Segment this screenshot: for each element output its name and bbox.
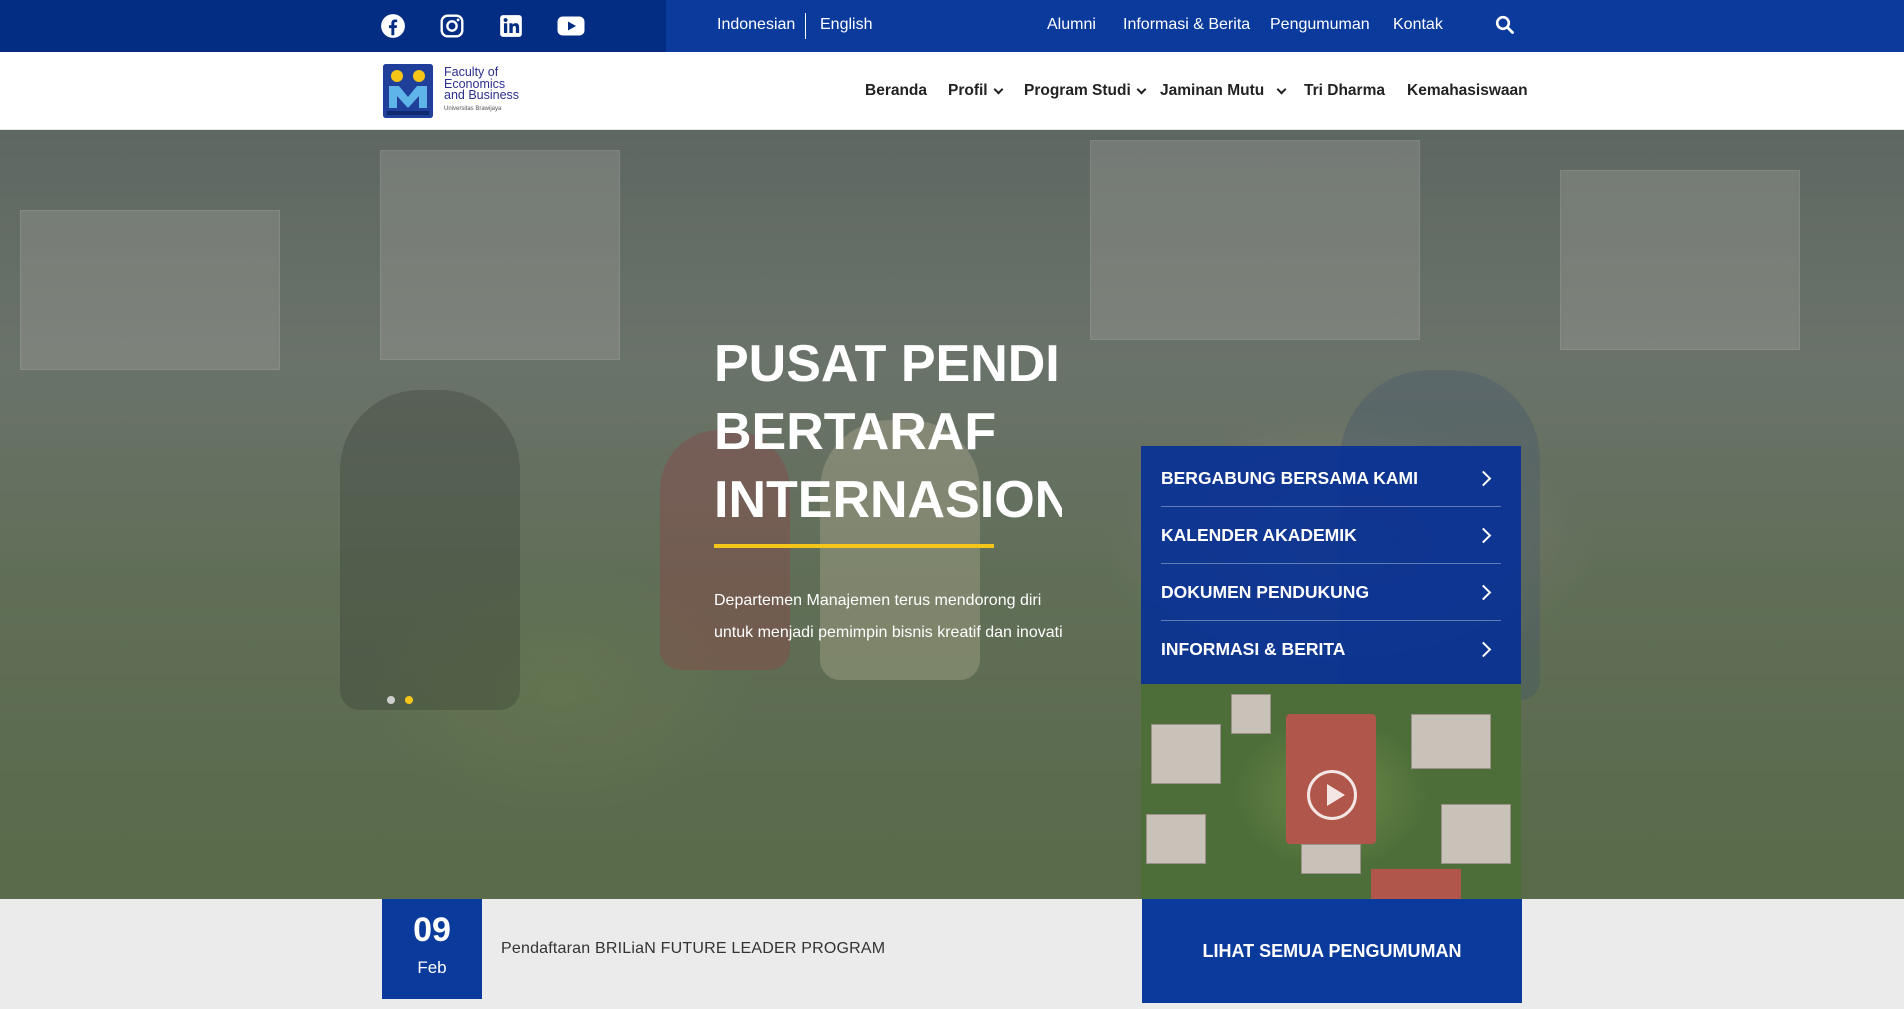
hero-title-underline bbox=[714, 544, 994, 548]
announcement-date: 09 Feb bbox=[382, 899, 482, 999]
play-icon[interactable] bbox=[1307, 770, 1357, 820]
hero-title: PUSAT PENDIDIKAN BERTARAF INTERNASIONAL bbox=[714, 330, 1062, 540]
lang-divider bbox=[805, 13, 806, 39]
video-building bbox=[1411, 714, 1491, 769]
logo-line-4: Universitas Brawijaya bbox=[444, 105, 502, 112]
video-building bbox=[1151, 724, 1221, 784]
slider-dot-1[interactable] bbox=[387, 696, 395, 704]
slider-dot-2[interactable] bbox=[405, 696, 413, 704]
toplink-kontak[interactable]: Kontak bbox=[1393, 16, 1443, 34]
instagram-icon[interactable] bbox=[438, 12, 466, 40]
hero-desc-line-2: untuk menjadi pemimpin bisnis kreatif da… bbox=[714, 624, 1062, 641]
chevron-right-icon bbox=[1475, 641, 1492, 658]
toplink-informasi-berita[interactable]: Informasi & Berita bbox=[1123, 16, 1250, 34]
nav-jaminan-mutu-label: Jaminan Mutu bbox=[1160, 82, 1265, 99]
hero-title-line-1: PUSAT PENDIDIKAN bbox=[714, 335, 1062, 393]
quick-menu-dokumen[interactable]: DOKUMEN PENDUKUNG bbox=[1161, 564, 1501, 621]
nav-kemahasiswaan-label: Kemahasiswaan bbox=[1407, 82, 1528, 99]
chevron-down-icon bbox=[993, 84, 1004, 94]
facebook-icon[interactable] bbox=[379, 12, 407, 40]
lang-english[interactable]: English bbox=[820, 16, 872, 34]
nav-program-studi[interactable]: Program Studi bbox=[1024, 82, 1147, 100]
quick-menu-label: INFORMASI & BERITA bbox=[1161, 639, 1346, 659]
person-silhouette bbox=[340, 390, 520, 710]
toplink-pengumuman[interactable]: Pengumuman bbox=[1270, 16, 1370, 34]
video-roof bbox=[1371, 869, 1461, 899]
quick-menu-panel: BERGABUNG BERSAMA KAMI KALENDER AKADEMIK… bbox=[1141, 446, 1521, 684]
quick-menu-informasi[interactable]: INFORMASI & BERITA bbox=[1161, 621, 1501, 678]
chevron-right-icon bbox=[1475, 527, 1492, 543]
hero-description: Departemen Manajemen terus mendorong dir… bbox=[714, 585, 1062, 655]
announcement-link[interactable]: Pendaftaran BRILiaN FUTURE LEADER PROGRA… bbox=[501, 940, 885, 958]
main-navbar: Faculty of Economics and Business Univer… bbox=[0, 52, 1904, 130]
chevron-right-icon bbox=[1475, 470, 1492, 486]
search-icon[interactable] bbox=[1495, 15, 1515, 35]
quick-menu-label: DOKUMEN PENDUKUNG bbox=[1161, 581, 1370, 602]
video-building bbox=[1301, 844, 1361, 874]
linkedin-icon[interactable] bbox=[497, 12, 525, 40]
nav-jaminan-mutu[interactable]: Jaminan Mutu bbox=[1160, 82, 1287, 100]
video-building bbox=[1146, 814, 1206, 864]
quick-menu-kalender[interactable]: KALENDER AKADEMIK bbox=[1161, 507, 1501, 564]
announcement-month: Feb bbox=[417, 958, 447, 977]
campus-video-thumbnail[interactable] bbox=[1141, 684, 1521, 899]
hero-slider: PUSAT PENDIDIKAN BERTARAF INTERNASIONAL … bbox=[0, 130, 1904, 899]
video-building bbox=[1441, 804, 1511, 864]
view-all-announcements-button[interactable]: LIHAT SEMUA PENGUMUMAN bbox=[1142, 899, 1522, 1003]
nav-tri-dharma[interactable]: Tri Dharma bbox=[1304, 82, 1385, 100]
top-bar: Indonesian English Alumni Informasi & Be… bbox=[0, 0, 1904, 52]
nav-program-studi-label: Program Studi bbox=[1024, 82, 1131, 99]
nav-profil-label: Profil bbox=[948, 82, 988, 99]
announcement-strip bbox=[0, 899, 1904, 1009]
quick-menu-label: KALENDER AKADEMIK bbox=[1161, 524, 1357, 545]
chevron-down-icon bbox=[1136, 84, 1147, 94]
quick-menu-bergabung[interactable]: BERGABUNG BERSAMA KAMI bbox=[1161, 450, 1501, 507]
nav-beranda[interactable]: Beranda bbox=[865, 82, 927, 100]
nav-beranda-label: Beranda bbox=[865, 82, 928, 99]
hero-title-line-2: BERTARAF bbox=[714, 403, 997, 461]
quick-menu-label: BERGABUNG BERSAMA KAMI bbox=[1161, 467, 1418, 488]
chevron-right-icon bbox=[1475, 584, 1492, 600]
announcement-day: 09 bbox=[413, 911, 451, 949]
hero-desc-line-1: Departemen Manajemen terus mendorong dir… bbox=[714, 592, 1042, 609]
social-links bbox=[0, 0, 666, 52]
nav-tri-dharma-label: Tri Dharma bbox=[1304, 82, 1385, 99]
nav-profil[interactable]: Profil bbox=[948, 82, 1004, 100]
chevron-down-icon bbox=[1276, 84, 1287, 94]
hero-title-line-3: INTERNASIONAL bbox=[714, 471, 1062, 529]
video-building bbox=[1231, 694, 1271, 734]
logo-line-3: and Business bbox=[444, 88, 520, 102]
nav-kemahasiswaan[interactable]: Kemahasiswaan bbox=[1407, 82, 1528, 100]
lang-indonesian[interactable]: Indonesian bbox=[717, 16, 795, 34]
logo-icon[interactable] bbox=[383, 64, 433, 118]
logo-text: Faculty of Economics and Business Univer… bbox=[444, 66, 520, 115]
youtube-icon[interactable] bbox=[556, 12, 586, 40]
toplink-alumni[interactable]: Alumni bbox=[1047, 16, 1096, 34]
